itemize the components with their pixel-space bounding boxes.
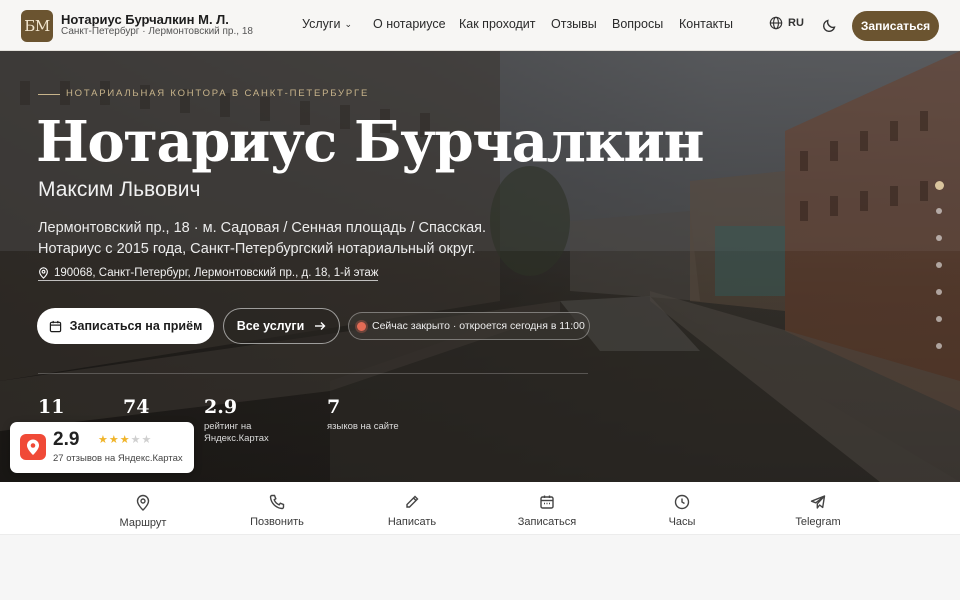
action-label: Telegram — [795, 516, 841, 528]
star-icon: ★ — [141, 434, 153, 446]
action-write[interactable]: Написать — [352, 482, 472, 535]
nav-item-contacts[interactable]: Контакты — [679, 17, 733, 31]
action-hours[interactable]: Часы — [622, 482, 742, 535]
slide-dot[interactable] — [936, 262, 942, 268]
reviews-count: 27 отзывов на Яндекс.Картах — [53, 453, 183, 464]
stat-item: 74 — [123, 396, 149, 421]
action-book[interactable]: Записаться — [487, 482, 607, 535]
all-services-button[interactable]: Все услуги — [223, 308, 340, 344]
status-dot — [357, 321, 366, 331]
clock-icon — [674, 494, 690, 510]
action-label: Часы — [668, 516, 696, 528]
stat-value: 7 — [327, 396, 341, 418]
slide-dot[interactable] — [936, 235, 942, 241]
status-text: Сейчас закрыто · откроется сегодня в 11:… — [372, 320, 585, 332]
map-pin-icon — [39, 267, 48, 279]
page-below-fold — [0, 535, 960, 600]
globe-icon — [769, 16, 783, 30]
star-icon: ★ — [130, 434, 142, 446]
slide-dot[interactable] — [936, 208, 942, 214]
nav-item-reviews[interactable]: Отзывы — [551, 17, 597, 31]
hero-description: Лермонтовский пр., 18 · м. Садовая / Сен… — [38, 218, 508, 260]
arrow-right-icon — [315, 322, 326, 330]
hero-eyebrow: Нотариальная контора в Санкт-Петербурге — [66, 88, 370, 99]
slide-dot[interactable] — [936, 316, 942, 322]
book-appointment-button[interactable]: Записаться на приём — [37, 308, 214, 344]
action-route[interactable]: Маршрут — [83, 482, 203, 535]
hero-content: Нотариальная контора в Санкт-Петербурге … — [0, 51, 960, 482]
hero-title: Нотариус Бурчалкин — [36, 109, 704, 175]
rating-score: 2.9 — [53, 429, 80, 450]
language-code: RU — [788, 17, 804, 29]
yandex-rating-card[interactable]: 2.9 ★★★★★ 27 отзывов на Яндекс.Картах — [10, 422, 194, 473]
brand-title[interactable]: Нотариус Бурчалкин М. Л. — [61, 12, 229, 27]
action-label: Позвонить — [250, 516, 304, 528]
slide-indicator — [934, 181, 944, 370]
button-label: Все услуги — [236, 319, 305, 333]
language-switcher[interactable]: RU — [769, 16, 804, 30]
hero-section: Нотариальная контора в Санкт-Петербурге … — [0, 51, 960, 482]
telegram-icon — [810, 495, 826, 509]
brand-subtitle: Санкт-Петербург · Лермонтовский пр., 18 — [61, 26, 253, 37]
nav-item-about[interactable]: О нотариусе — [373, 17, 446, 31]
header-book-button[interactable]: Записаться — [852, 11, 939, 41]
stat-item: 11 — [38, 396, 64, 421]
action-telegram[interactable]: Telegram — [758, 482, 878, 535]
stat-item: 2.9 рейтинг на Яндекс.Картах — [204, 396, 284, 445]
nav-item-label: Услуги — [302, 17, 341, 31]
nav-item-process[interactable]: Как проходит — [459, 17, 536, 31]
quick-actions-bar: Маршрут Позвонить Написать Записаться Ча… — [0, 482, 960, 535]
pencil-icon — [406, 495, 419, 508]
nav-item-faq[interactable]: Вопросы — [612, 17, 663, 31]
stat-label: языков на сайте — [327, 421, 399, 432]
chevron-down-icon: ⌄ — [344, 19, 352, 29]
star-icon: ★ — [119, 434, 131, 446]
stat-item: 7 языков на сайте — [327, 396, 399, 433]
address-text: 190068, Санкт-Петербург, Лермонтовский п… — [54, 267, 379, 279]
action-label: Написать — [387, 516, 437, 528]
action-label: Записаться — [517, 516, 577, 528]
button-label: Записаться на приём — [69, 319, 203, 333]
hero-description-line: Нотариус с 2015 года, Санкт-Петербургски… — [38, 241, 476, 257]
action-label: Маршрут — [119, 517, 167, 529]
rating-stars: ★★★★★ — [98, 433, 152, 446]
hero-description-line: Лермонтовский пр., 18 · м. Садовая / Сен… — [38, 220, 487, 236]
action-call[interactable]: Позвонить — [217, 482, 337, 535]
moon-icon[interactable] — [822, 17, 838, 33]
site-header: БМ Нотариус Бурчалкин М. Л. Санкт-Петерб… — [0, 0, 960, 51]
phone-icon — [269, 494, 285, 510]
address-link[interactable]: 190068, Санкт-Петербург, Лермонтовский п… — [38, 267, 379, 281]
stat-label: рейтинг на Яндекс.Картах — [204, 421, 269, 444]
yandex-maps-pin-icon — [20, 434, 46, 460]
slide-dot[interactable] — [936, 343, 942, 349]
eyebrow-line — [38, 94, 60, 95]
slide-dot[interactable] — [934, 181, 944, 190]
opening-status-badge: Сейчас закрыто · откроется сегодня в 11:… — [348, 312, 590, 340]
slide-dot[interactable] — [936, 289, 942, 295]
stat-value: 2.9 — [204, 396, 238, 418]
calendar-icon — [49, 320, 61, 332]
hero-subtitle: Максим Львович — [38, 178, 201, 201]
divider — [38, 373, 588, 374]
nav-item-services[interactable]: Услуги ⌄ — [302, 17, 352, 31]
stat-value: 11 — [38, 396, 65, 418]
star-icon: ★ — [108, 434, 120, 446]
map-pin-icon — [136, 494, 150, 511]
stat-value: 74 — [123, 396, 150, 418]
logo[interactable]: БМ — [21, 10, 53, 42]
calendar-icon — [540, 495, 554, 509]
star-icon: ★ — [98, 434, 109, 446]
